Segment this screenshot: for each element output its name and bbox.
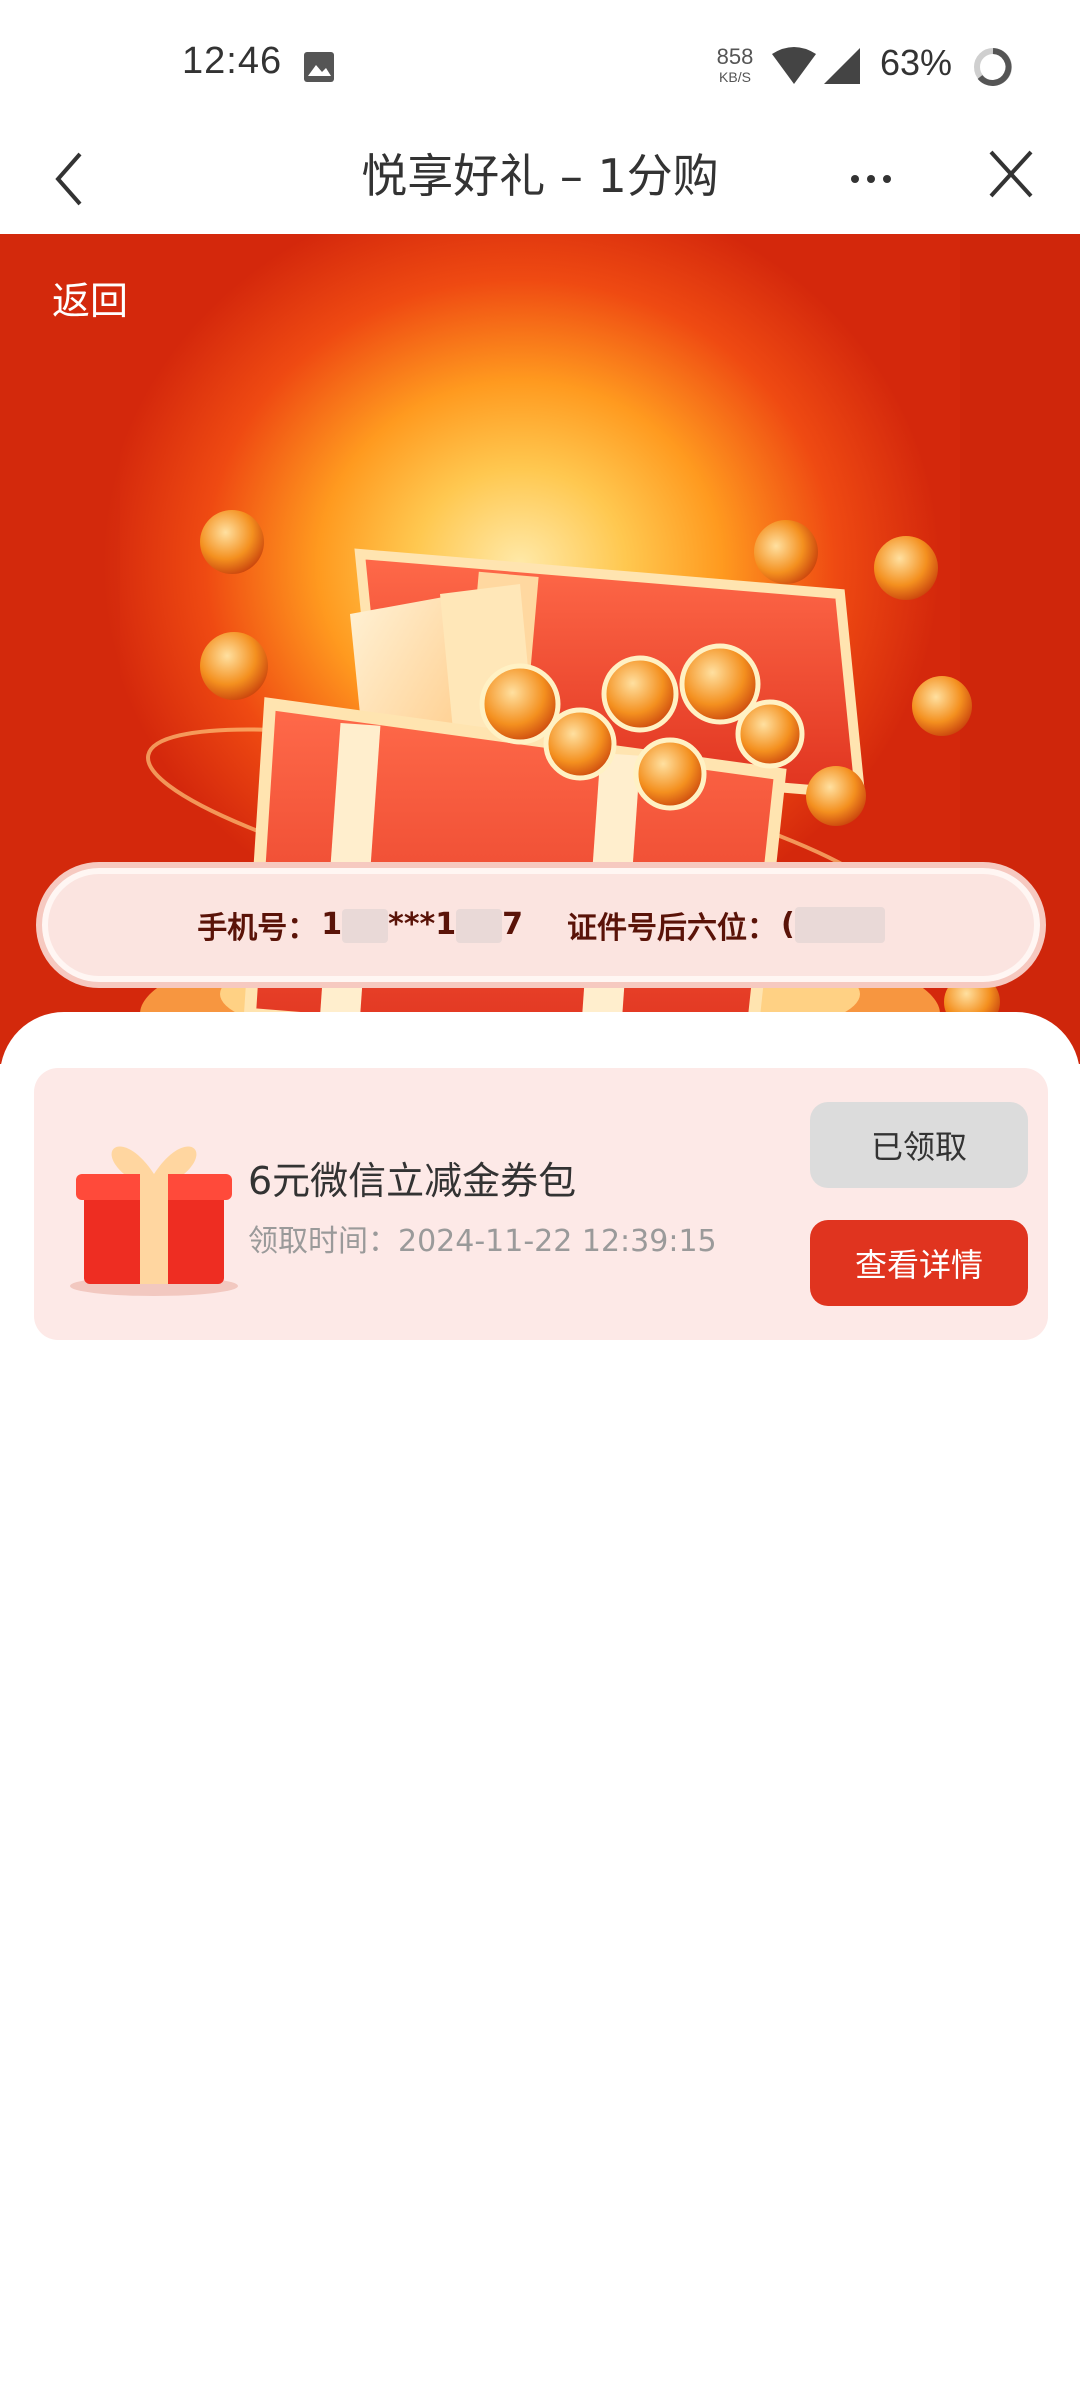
back-link[interactable]: 返回 [52,270,128,325]
more-dots-icon[interactable] [846,164,896,194]
chevron-left-icon[interactable] [50,146,90,212]
view-details-button[interactable]: 查看详情 [810,1220,1028,1306]
claim-time: 领取时间：2024-11-22 12:39:15 [248,1224,717,1259]
reward-title: 6元微信立减金券包 [248,1159,577,1203]
claimed-button[interactable]: 已领取 [810,1102,1028,1188]
page-title: 悦享好礼 – 1分购 [361,149,719,203]
close-icon[interactable] [986,146,1036,202]
battery-ring-icon [974,48,1012,86]
user-info-pill: 手机号： 1 ***1 7 证件号后六位： ( [36,862,1046,988]
redacted-block [456,908,503,943]
phone-value: 1 ***1 7 [321,907,523,943]
battery-percent: 63% [880,42,953,83]
status-bar: 12:46 858 KB/S 63% [0,0,1080,130]
status-time: 12:46 [182,40,283,82]
promo-banner: 返回 手机号： 1 ***1 7 证件号后六位： ( [0,234,1080,1064]
network-speed: 858 KB/S [716,44,754,85]
phone-label: 手机号： [197,911,318,946]
redacted-block [794,907,885,944]
wifi-icon [772,47,816,84]
gift-box-icon [70,1146,238,1296]
reward-card: 6元微信立减金券包 领取时间：2024-11-22 12:39:15 已领取 查… [34,1068,1048,1340]
id-label: 证件号后六位： [566,911,777,946]
redacted-block [342,908,389,943]
cell-signal-icon [824,48,860,84]
image-icon [304,52,334,82]
title-bar: 悦享好礼 – 1分购 [0,130,1080,234]
id-value: ( [781,907,885,944]
